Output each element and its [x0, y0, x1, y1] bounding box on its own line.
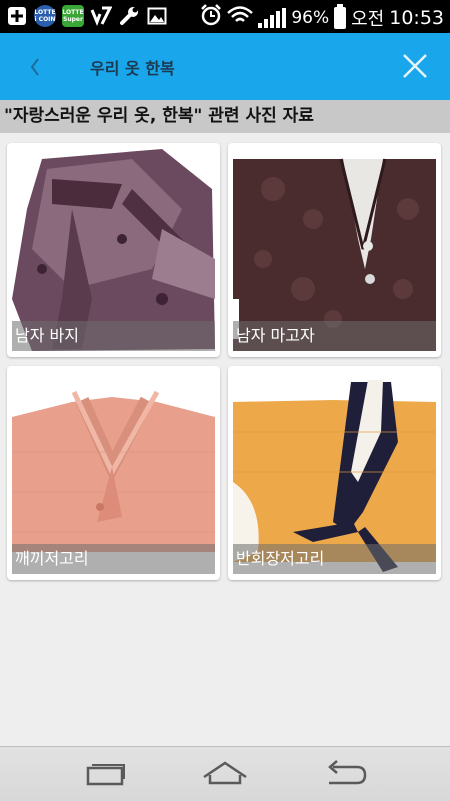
chevron-left-icon — [30, 58, 39, 76]
close-icon — [403, 54, 427, 78]
lotte-icoin-label: LOTTE i COIN — [34, 9, 56, 23]
card-caption: 남자 바지 — [12, 321, 215, 351]
app-header: 우리 옷 한복 — [0, 33, 450, 100]
clock: 10:53 — [389, 6, 444, 29]
gallery-card-banhoejang-jeogori[interactable]: 반회장저고리 — [228, 366, 441, 580]
battery-icon — [334, 3, 347, 29]
home-icon — [203, 761, 247, 785]
cell-signal-icon — [258, 7, 287, 28]
back-arrow-icon — [328, 760, 367, 785]
lotte-icoin-icon: LOTTE i COIN — [34, 5, 56, 27]
back-button[interactable] — [24, 53, 48, 81]
plus-notification-icon — [6, 5, 28, 27]
alarm-icon — [200, 4, 222, 31]
system-nav-bar — [0, 746, 450, 801]
gallery-card-kkaekki-jeogori[interactable]: 깨끼저고리 — [7, 366, 220, 580]
battery-percent: 96% — [291, 7, 330, 28]
blocked-signal-icon — [90, 5, 112, 27]
gallery-icon — [146, 5, 168, 27]
status-bar: LOTTE i COIN LOTTE Super 96% 오전 10:53 — [0, 0, 450, 33]
close-button[interactable] — [400, 51, 430, 81]
lotte-super-label: LOTTE Super — [62, 9, 84, 23]
wrench-icon — [118, 5, 140, 27]
gallery-card-men-trousers[interactable]: 남자 바지 — [7, 143, 220, 357]
home-button[interactable] — [202, 759, 248, 789]
card-caption: 반회장저고리 — [233, 544, 436, 574]
ampm: 오전 — [351, 8, 385, 30]
wifi-icon — [227, 5, 254, 30]
card-caption: 남자 마고자 — [233, 321, 436, 351]
recent-apps-button[interactable] — [82, 759, 128, 789]
back-nav-button[interactable] — [323, 759, 369, 789]
section-title: "자랑스러운 우리 옷, 한복" 관련 사진 자료 — [0, 100, 450, 133]
gallery-card-men-magoja[interactable]: 남자 마고자 — [228, 143, 441, 357]
recent-apps-icon — [86, 764, 125, 786]
lotte-super-icon: LOTTE Super — [62, 5, 84, 27]
card-caption: 깨끼저고리 — [12, 544, 215, 574]
page-title: 우리 옷 한복 — [90, 59, 175, 78]
